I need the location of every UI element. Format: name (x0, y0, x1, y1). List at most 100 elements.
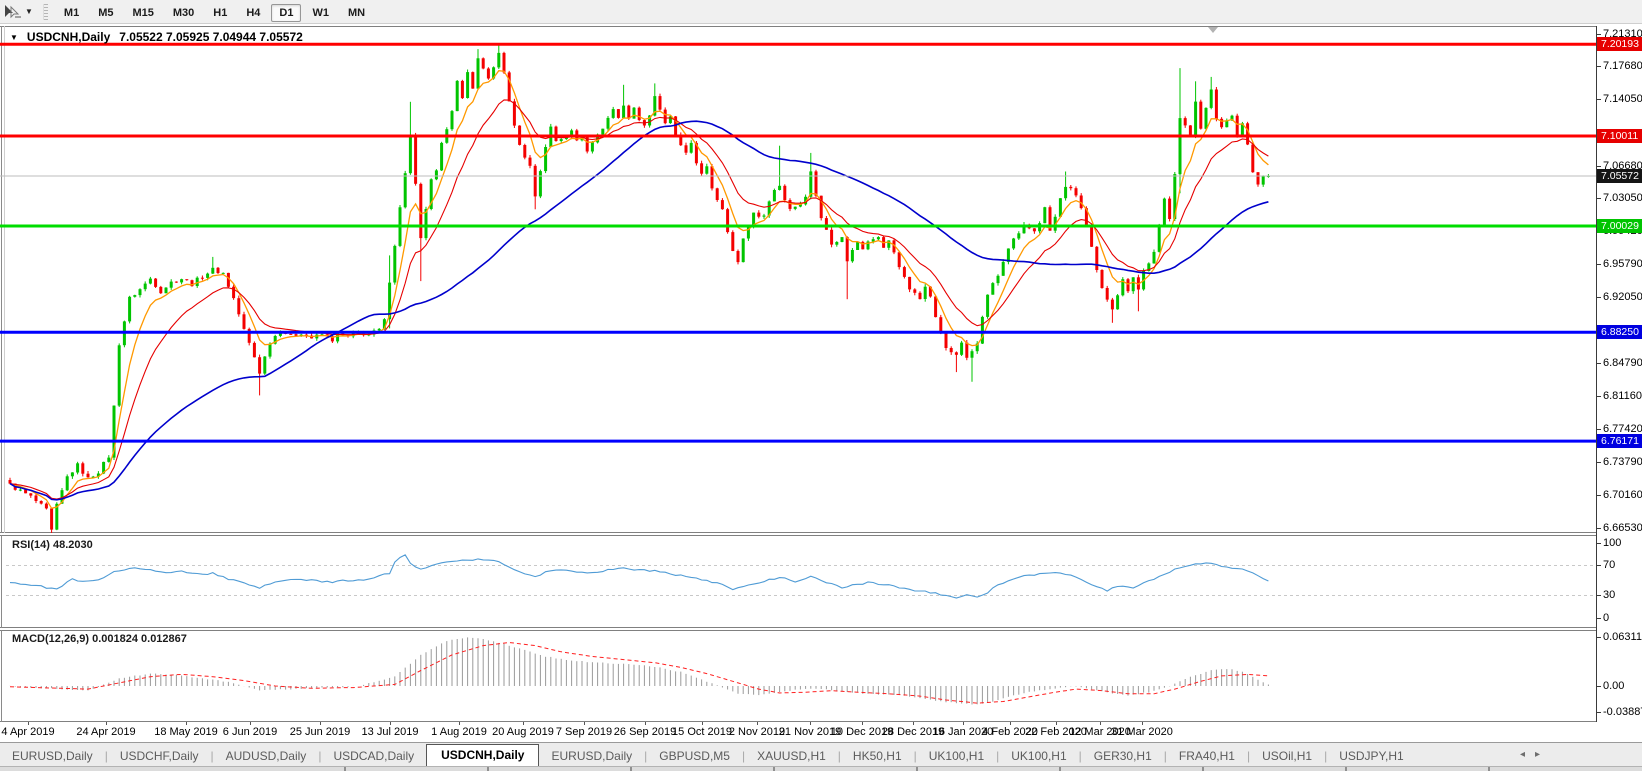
tf-button-M5[interactable]: M5 (90, 4, 121, 22)
date-tick (810, 722, 811, 725)
date-label: 26 Sep 2019 (614, 726, 676, 738)
tab-scroll-right-icon[interactable]: ▸ (1535, 749, 1540, 760)
date-tick (390, 722, 391, 725)
macd-tick: 0.063113 (1597, 631, 1642, 644)
tab-eurusd-daily[interactable]: EURUSD,Daily (0, 746, 105, 767)
date-tick (757, 722, 758, 725)
tab-usoil-h1[interactable]: USOil,H1 (1250, 746, 1324, 767)
tf-button-M1[interactable]: M1 (56, 4, 87, 22)
tab-gbpusd-m5[interactable]: GBPUSD,M5 (647, 746, 742, 767)
price-chart-canvas[interactable] (0, 26, 1596, 533)
date-tick (702, 722, 703, 725)
tf-button-MN[interactable]: MN (340, 4, 373, 22)
tf-button-D1[interactable]: D1 (271, 4, 301, 22)
splitter-notch (1488, 767, 1490, 771)
date-tick (523, 722, 524, 725)
rsi-tick: 70 (1597, 559, 1615, 572)
macd-label: MACD(12,26,9) 0.001824 0.012867 (12, 633, 187, 645)
chart-title: ▼ USDCNH,Daily 7.05522 7.05925 7.04944 7… (10, 30, 303, 44)
price-tick: 7.17680 (1597, 60, 1642, 73)
tab-usdcnh-daily[interactable]: USDCNH,Daily (426, 744, 539, 767)
date-tick (862, 722, 863, 725)
tf-button-W1[interactable]: W1 (304, 4, 337, 22)
date-label: 18 May 2019 (154, 726, 218, 738)
date-label: 4 Apr 2019 (1, 726, 54, 738)
macd-tick: 0.00 (1597, 680, 1624, 693)
date-tick (250, 722, 251, 725)
tab-ger30-h1[interactable]: GER30,H1 (1082, 746, 1164, 767)
window-bottom-strip (0, 766, 1642, 771)
chart-ohlc-values: 7.05522 7.05925 7.04944 7.05572 (119, 30, 303, 44)
date-label: 24 Apr 2019 (76, 726, 135, 738)
date-tick (963, 722, 964, 725)
chart-cursor-icon[interactable] (3, 4, 23, 20)
tab-eurusd-daily[interactable]: EURUSD,Daily (539, 746, 644, 767)
date-label: 31 Mar 2020 (1111, 726, 1173, 738)
splitter-notch (1345, 767, 1347, 771)
splitter-notch (1059, 767, 1061, 771)
chart-tab-bar: EURUSD,Daily|USDCHF,Daily|AUDUSD,Daily|U… (0, 742, 1642, 767)
date-tick (459, 722, 460, 725)
date-tick (1142, 722, 1143, 725)
price-tick: 6.95790 (1597, 258, 1642, 271)
tab-audusd-daily[interactable]: AUDUSD,Daily (214, 746, 319, 767)
date-tick (1056, 722, 1057, 725)
date-label: 1 Aug 2019 (431, 726, 487, 738)
rsi-indicator-canvas[interactable] (0, 535, 1596, 628)
tab-fra40-h1[interactable]: FRA40,H1 (1167, 746, 1247, 767)
chevron-down-icon[interactable]: ▼ (25, 7, 33, 16)
rsi-tick: 0 (1597, 612, 1609, 625)
tab-uk100-h1[interactable]: UK100,H1 (999, 746, 1078, 767)
date-label: 13 Jul 2019 (362, 726, 419, 738)
date-label: 7 Sep 2019 (556, 726, 612, 738)
date-tick (320, 722, 321, 725)
price-tick: 6.81160 (1597, 390, 1642, 403)
price-tick: 6.66530 (1597, 522, 1642, 535)
price-tick: 7.03050 (1597, 192, 1642, 205)
tf-button-H4[interactable]: H4 (238, 4, 268, 22)
date-axis[interactable]: 4 Apr 2019 24 Apr 2019 18 May 2019 6 Jun 20… (0, 722, 1596, 742)
splitter-notch (1202, 767, 1204, 771)
date-tick (913, 722, 914, 725)
tab-usdcad-daily[interactable]: USDCAD,Daily (321, 746, 426, 767)
top-toolbar: ▼ M1M5M15M30H1H4D1W1MN (0, 0, 1642, 24)
tf-button-M15[interactable]: M15 (124, 4, 161, 22)
price-badge: 6.76171 (1597, 434, 1642, 448)
splitter-notch (630, 767, 632, 771)
date-label: 6 Jun 2019 (223, 726, 277, 738)
rsi-label: RSI(14) 48.2030 (12, 539, 93, 551)
tab-xauusd-h1[interactable]: XAUUSD,H1 (745, 746, 838, 767)
date-label: 25 Jun 2019 (290, 726, 351, 738)
price-badge: 6.88250 (1597, 325, 1642, 339)
splitter-notch (916, 767, 918, 771)
price-badge: 7.00029 (1597, 219, 1642, 233)
timeframe-buttons: M1M5M15M30H1H4D1W1MN (56, 3, 376, 21)
tab-usdchf-daily[interactable]: USDCHF,Daily (108, 746, 211, 767)
tab-scroll-left-icon[interactable]: ◂ (1520, 749, 1525, 760)
price-tick: 7.14050 (1597, 93, 1642, 106)
date-tick (584, 722, 585, 725)
toolbar-grip-handle[interactable] (43, 4, 48, 20)
splitter-notch (487, 767, 489, 771)
tab-hk50-h1[interactable]: HK50,H1 (841, 746, 914, 767)
tf-button-M30[interactable]: M30 (165, 4, 202, 22)
date-label: 2 Nov 2019 (729, 726, 785, 738)
symbol-dropdown-icon[interactable]: ▼ (10, 33, 18, 42)
price-tick: 6.84790 (1597, 357, 1642, 370)
price-tick: 6.92050 (1597, 291, 1642, 304)
tab-usdjpy-h1[interactable]: USDJPY,H1 (1327, 746, 1415, 767)
date-label: 15 Oct 2019 (672, 726, 732, 738)
mt4-window: { "toolbar": { "timeframes": ["M1","M5",… (0, 0, 1642, 770)
chart-symbol-label: USDCNH,Daily (27, 30, 110, 44)
macd-tick: -0.038872 (1597, 706, 1642, 719)
tab-uk100-h1[interactable]: UK100,H1 (917, 746, 996, 767)
splitter-notch (344, 767, 346, 771)
rsi-tick: 30 (1597, 589, 1615, 602)
tf-button-H1[interactable]: H1 (205, 4, 235, 22)
macd-indicator-canvas[interactable] (0, 630, 1596, 722)
date-label: 20 Aug 2019 (492, 726, 554, 738)
chart-shift-marker[interactable] (1208, 27, 1218, 33)
date-tick (106, 722, 107, 725)
date-tick (28, 722, 29, 725)
price-badge: 7.20193 (1597, 37, 1642, 51)
